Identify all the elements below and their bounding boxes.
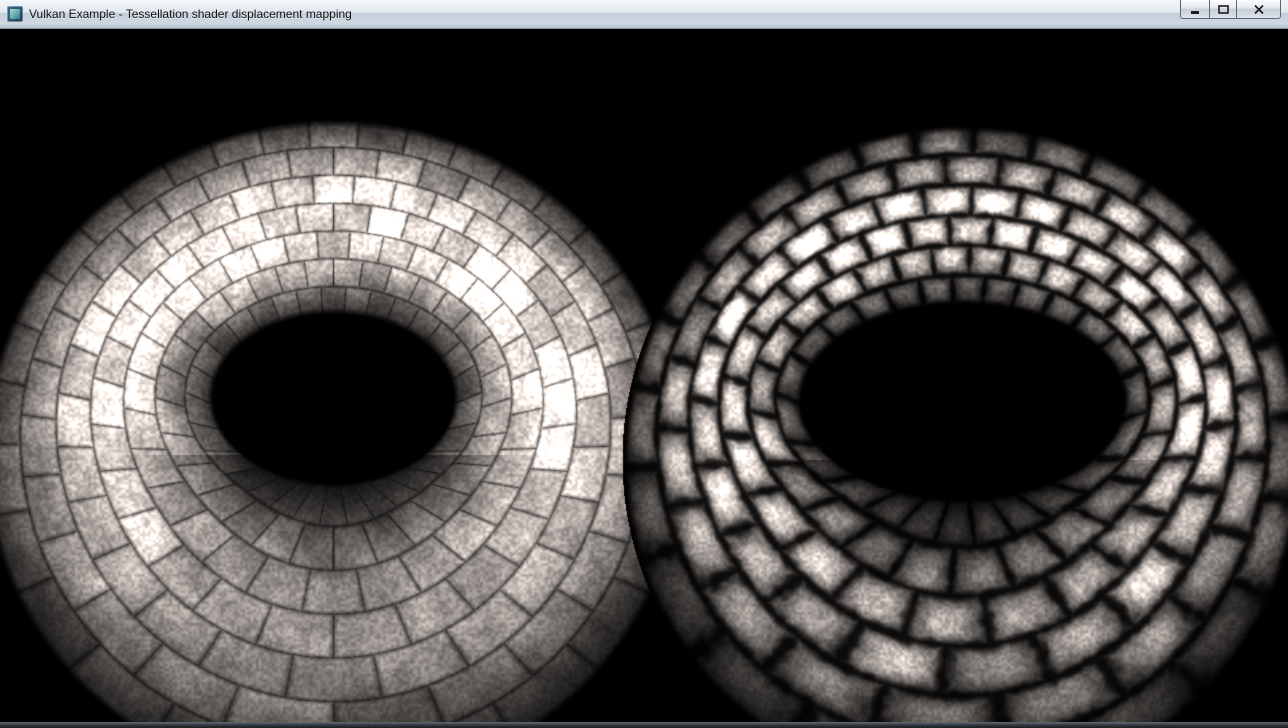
viewport-canvas[interactable] [0, 29, 1288, 722]
minimize-icon [1190, 5, 1200, 14]
close-icon [1254, 5, 1264, 14]
close-button[interactable] [1236, 0, 1281, 19]
window-title: Vulkan Example - Tessellation shader dis… [29, 7, 352, 21]
minimize-button[interactable] [1180, 0, 1209, 19]
window-controls [1180, 0, 1281, 19]
maximize-button[interactable] [1209, 0, 1236, 19]
titlebar[interactable]: Vulkan Example - Tessellation shader dis… [0, 0, 1288, 29]
maximize-icon [1218, 5, 1229, 14]
app-icon[interactable] [7, 6, 23, 22]
app-window: Vulkan Example - Tessellation shader dis… [0, 0, 1288, 728]
window-bottom-border [0, 722, 1288, 728]
